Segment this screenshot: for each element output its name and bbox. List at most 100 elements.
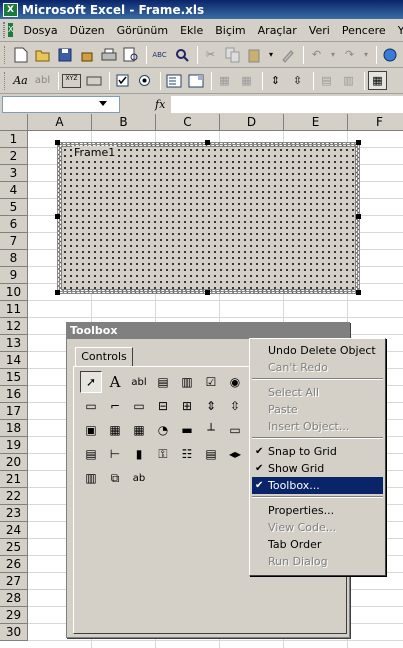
toolbar-grip[interactable] [4,71,7,90]
treeview-icon[interactable]: ⊢ [104,443,126,465]
resize-handle[interactable] [55,290,60,295]
research-icon[interactable] [172,45,191,64]
row-header-14[interactable]: 14 [0,352,28,369]
name-box-dropdown-icon[interactable] [99,100,107,106]
statusbar-icon[interactable]: ▭ [224,419,246,441]
row-header-1[interactable]: 1 [0,131,28,148]
select-all-corner[interactable] [0,114,28,131]
row-header-24[interactable]: 24 [0,522,28,539]
excel-app-icon[interactable]: X [3,2,18,17]
resize-handle[interactable] [205,290,210,295]
row-header-8[interactable]: 8 [0,250,28,267]
resize-handle[interactable] [205,140,210,145]
frame-icon[interactable]: ⌐ [104,395,126,417]
grid-icon[interactable]: ▥ [80,467,102,489]
column-header-c[interactable]: C [156,114,220,131]
progressbar-icon[interactable]: ▬ [176,419,198,441]
context-menu-item[interactable]: Run Dialog [252,553,383,570]
listbox-tool-icon[interactable] [164,71,183,90]
row-header-13[interactable]: 13 [0,335,28,352]
row-header-21[interactable]: 21 [0,471,28,488]
context-menu-item[interactable]: Undo Delete Object [252,342,383,359]
spreadsheet-icon[interactable]: ▦ [128,419,150,441]
resize-handle[interactable] [356,140,361,145]
row-header-10[interactable]: 10 [0,284,28,301]
editbox-tool-icon[interactable]: abl [33,71,52,90]
toggle-button-icon[interactable]: ▭ [80,395,102,417]
paste-icon[interactable] [245,45,264,64]
new-icon[interactable] [11,45,30,64]
combobox-tool-icon[interactable] [186,71,205,90]
checkbox-icon[interactable]: ☑ [200,371,222,393]
resize-handle[interactable] [356,214,361,219]
context-menu-item[interactable]: Insert Object... [252,418,383,435]
row-header-20[interactable]: 20 [0,454,28,471]
updown-icon[interactable]: ◂▸ [224,443,246,465]
fx-icon[interactable]: fx [155,98,165,111]
row-header-29[interactable]: 29 [0,607,28,624]
column-header-d[interactable]: D [220,114,284,131]
frame-caption[interactable]: Frame1 [72,146,118,159]
menu-ekle[interactable]: Ekle [174,24,209,37]
menu-bicim[interactable]: Biçim [209,24,251,37]
row-header-15[interactable]: 15 [0,369,28,386]
label-tool-icon[interactable]: Aa [11,71,30,90]
toolbar-grip[interactable] [4,45,7,64]
open-icon[interactable] [33,45,52,64]
row-header-4[interactable]: 4 [0,182,28,199]
select-pointer-icon[interactable]: ➚ [80,371,102,393]
undo-dropdown-icon[interactable]: ▾ [329,45,337,64]
column-header-b[interactable]: B [92,114,156,131]
chart-icon[interactable]: ◔ [152,419,174,441]
row-header-25[interactable]: 25 [0,539,28,556]
chart-control-icon[interactable]: ▮ [128,443,150,465]
row-header-19[interactable]: 19 [0,437,28,454]
combobox-icon[interactable]: ▤ [152,371,174,393]
control-properties-icon[interactable]: ▤ [317,71,336,90]
option-tool-icon[interactable] [135,71,154,90]
menu-veri[interactable]: Veri [303,24,336,37]
cut-icon[interactable]: ✂ [201,45,220,64]
listbox-icon[interactable]: ▥ [176,371,198,393]
toggle-grid-icon[interactable]: ▦ [368,71,387,90]
command-button-icon[interactable]: ▭ [128,395,150,417]
menu-dosya[interactable]: Dosya [17,24,63,37]
row-header-6[interactable]: 6 [0,216,28,233]
calendar-icon[interactable]: ☷ [176,443,198,465]
menu-duzen[interactable]: Düzen [64,24,111,37]
row-header-12[interactable]: 12 [0,318,28,335]
row-header-30[interactable]: 30 [0,624,28,641]
row-header-16[interactable]: 16 [0,386,28,403]
row-header-23[interactable]: 23 [0,505,28,522]
column-header-f[interactable]: F [348,114,403,131]
key-icon[interactable]: ⚿ [152,443,174,465]
spinner-tool-icon[interactable]: ⇳ [288,71,307,90]
toolbox-title[interactable]: Toolbox [67,323,349,339]
undo-icon[interactable]: ↶ [307,45,326,64]
copy-icon[interactable] [223,45,242,64]
redo-icon[interactable]: ↷ [340,45,359,64]
toolbar-icon[interactable]: ▤ [80,443,102,465]
permission-icon[interactable] [77,45,96,64]
menu-gorunum[interactable]: Görünüm [111,24,174,37]
context-menu-item[interactable]: ✔ Show Grid [252,460,383,477]
option-button-icon[interactable]: ◉ [224,371,246,393]
save-icon[interactable] [55,45,74,64]
resize-handle[interactable] [55,140,60,145]
worksheet[interactable]: A B C D E F 1 2 3 4 5 6 7 8 9 10 11 12 13 14 15 16 17 18 1… [0,114,403,648]
window-icon[interactable]: ⧉ [104,467,126,489]
row-header-11[interactable]: 11 [0,301,28,318]
groupbox-tool-icon[interactable]: XYZ [62,73,81,88]
context-menu-item[interactable]: ✔ Toolbox... [252,477,383,494]
print-preview-icon[interactable] [121,45,140,64]
label-icon[interactable]: A [104,371,126,393]
row-header-3[interactable]: 3 [0,165,28,182]
spelling-icon[interactable]: ABC [150,45,169,64]
row-header-26[interactable]: 26 [0,556,28,573]
scrollbar-tool-icon[interactable]: ⇕ [266,71,285,90]
resize-handle[interactable] [55,214,60,219]
row-header-18[interactable]: 18 [0,420,28,437]
tabstrip-icon[interactable]: ⊟ [152,395,174,417]
menu-araclar[interactable]: Araçlar [252,24,303,37]
format-painter-icon[interactable] [278,45,297,64]
